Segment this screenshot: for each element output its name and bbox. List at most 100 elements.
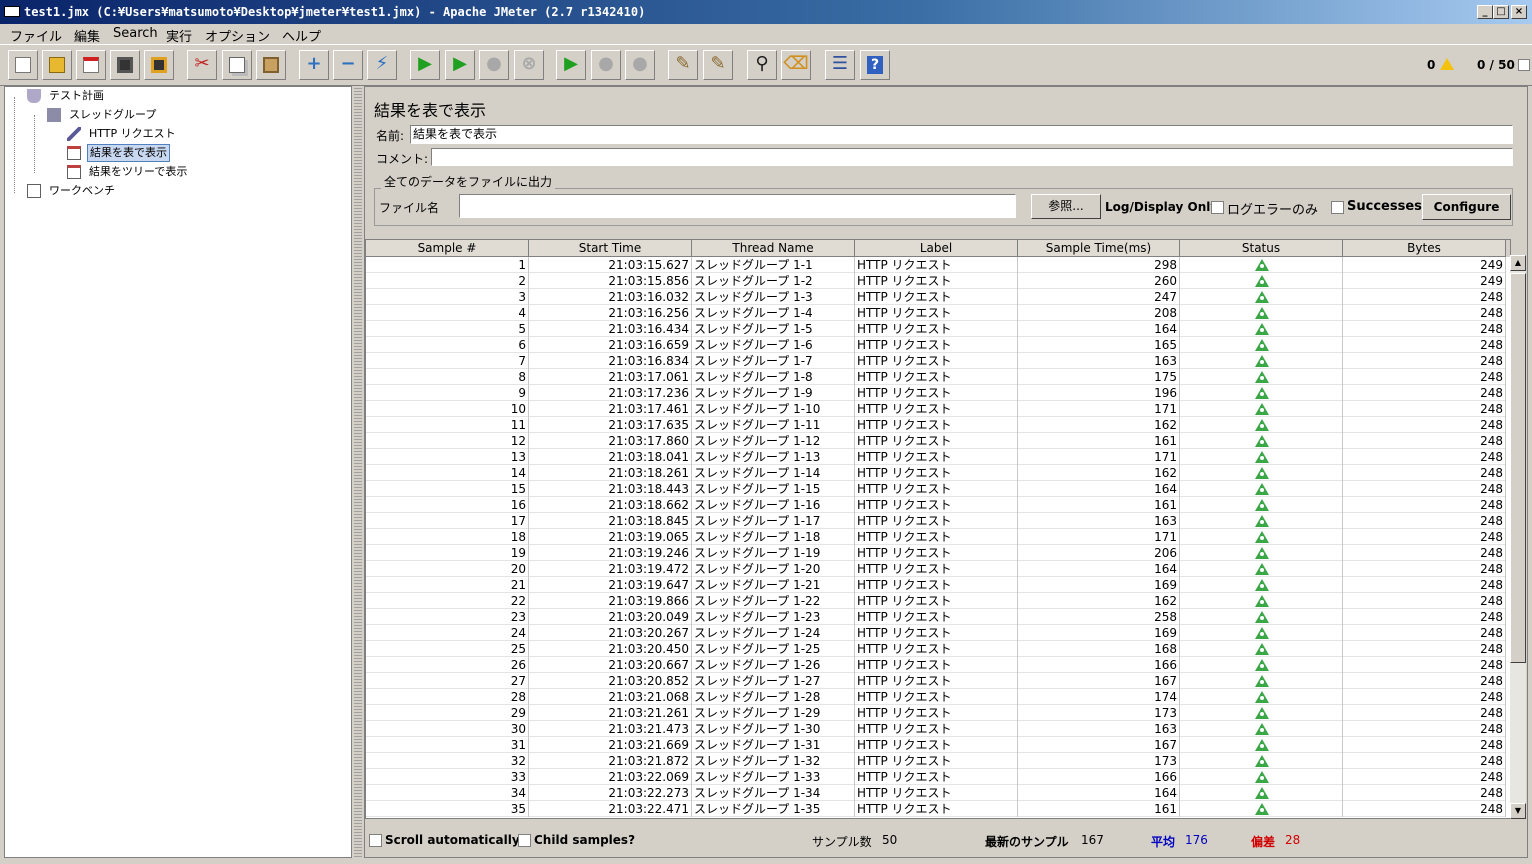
cell-status [1180,657,1343,673]
table-scrollbar[interactable]: ▲ ▼ [1510,255,1526,819]
cell-sample-time: 168 [1018,641,1180,657]
scroll-up-arrow[interactable]: ▲ [1510,255,1526,271]
remote-shutdown-button[interactable]: ● [625,50,655,80]
success-icon [1255,339,1269,351]
scroll-automatically-checkbox[interactable] [369,834,382,847]
start-button[interactable]: ▶ [410,50,440,80]
search-button[interactable]: ⚲ [747,50,777,80]
table-row[interactable]: 22 21:03:19.866 スレッドグループ 1-22 HTTP リクエスト 162… [366,593,1506,609]
maximize-button[interactable]: □ [1493,5,1509,19]
shutdown-button[interactable]: ⊗ [514,50,544,80]
stop-button[interactable]: ● [479,50,509,80]
table-row[interactable]: 8 21:03:17.061 スレッドグループ 1-8 HTTP リクエスト 175 24… [366,369,1506,385]
table-row[interactable]: 4 21:03:16.256 スレッドグループ 1-4 HTTP リクエスト 208 24… [366,305,1506,321]
menu-run[interactable]: 実行 [166,26,192,45]
table-row[interactable]: 29 21:03:21.261 スレッドグループ 1-29 HTTP リクエスト 173… [366,705,1506,721]
cell-status [1180,785,1343,801]
new-button[interactable] [8,50,38,80]
table-row[interactable]: 21 21:03:19.647 スレッドグループ 1-21 HTTP リクエスト 169… [366,577,1506,593]
warning-icon[interactable] [1440,58,1454,70]
table-row[interactable]: 10 21:03:17.461 スレッドグループ 1-10 HTTP リクエスト 171… [366,401,1506,417]
cell-status [1180,577,1343,593]
close-file-button[interactable] [76,50,106,80]
start-no-pause-button[interactable]: ▶ [445,50,475,80]
table-row[interactable]: 16 21:03:18.662 スレッドグループ 1-16 HTTP リクエスト 161… [366,497,1506,513]
table-row[interactable]: 17 21:03:18.845 スレッドグループ 1-17 HTTP リクエスト 163… [366,513,1506,529]
table-row[interactable]: 14 21:03:18.261 スレッドグループ 1-14 HTTP リクエスト 162… [366,465,1506,481]
function-helper-button[interactable]: ☰ [825,50,855,80]
open-icon [49,57,65,73]
menu-help[interactable]: ヘルプ [282,26,321,45]
help-button[interactable]: ? [860,50,890,80]
split-pane-divider[interactable] [354,86,362,858]
table-row[interactable]: 24 21:03:20.267 スレッドグループ 1-24 HTTP リクエスト 169… [366,625,1506,641]
table-row[interactable]: 23 21:03:20.049 スレッドグループ 1-23 HTTP リクエスト 258… [366,609,1506,625]
toggle-button[interactable]: ⚡ [367,50,397,80]
table-row[interactable]: 31 21:03:21.669 スレッドグループ 1-31 HTTP リクエスト 167… [366,737,1506,753]
table-row[interactable]: 13 21:03:18.041 スレッドグループ 1-13 HTTP リクエスト 171… [366,449,1506,465]
column-header-label[interactable]: Label [855,240,1018,257]
table-row[interactable]: 9 21:03:17.236 スレッドグループ 1-9 HTTP リクエスト 196 24… [366,385,1506,401]
column-header-start-time[interactable]: Start Time [529,240,692,257]
table-row[interactable]: 20 21:03:19.472 スレッドグループ 1-20 HTTP リクエスト 164… [366,561,1506,577]
table-row[interactable]: 26 21:03:20.667 スレッドグループ 1-26 HTTP リクエスト 166… [366,657,1506,673]
table-row[interactable]: 12 21:03:17.860 スレッドグループ 1-12 HTTP リクエスト 161… [366,433,1506,449]
name-field[interactable]: 結果を表で表示 [410,125,1513,144]
remote-stop-button[interactable]: ● [591,50,621,80]
cell-sample-time: 298 [1018,257,1180,273]
collapse-button[interactable]: − [333,50,363,80]
table-row[interactable]: 32 21:03:21.872 スレッドグループ 1-32 HTTP リクエスト 173… [366,753,1506,769]
expand-button[interactable]: + [299,50,329,80]
paste-button[interactable] [256,50,286,80]
cell-thread-name: スレッドグループ 1-14 [692,465,855,481]
minimize-button[interactable]: _ [1477,5,1493,19]
column-header-bytes[interactable]: Bytes [1343,240,1506,257]
column-header-thread-name[interactable]: Thread Name [692,240,855,257]
filename-input[interactable] [459,194,1016,218]
configure-button[interactable]: Configure [1422,194,1511,220]
success-icon [1255,643,1269,655]
table-row[interactable]: 3 21:03:16.032 スレッドグループ 1-3 HTTP リクエスト 247 24… [366,289,1506,305]
table-row[interactable]: 34 21:03:22.273 スレッドグループ 1-34 HTTP リクエスト 164… [366,785,1506,801]
column-header-sample[interactable]: Sample # [366,240,529,257]
table-row[interactable]: 15 21:03:18.443 スレッドグループ 1-15 HTTP リクエスト 164… [366,481,1506,497]
table-row[interactable]: 1 21:03:15.627 スレッドグループ 1-1 HTTP リクエスト 298 24… [366,257,1506,273]
table-row[interactable]: 35 21:03:22.471 スレッドグループ 1-35 HTTP リクエスト 161… [366,801,1506,817]
open-button[interactable] [42,50,72,80]
clear-button[interactable]: ✎ [668,50,698,80]
copy-button[interactable] [222,50,252,80]
table-row[interactable]: 11 21:03:17.635 スレッドグループ 1-11 HTTP リクエスト 162… [366,417,1506,433]
browse-button[interactable]: 参照... [1031,194,1101,219]
save-as-button[interactable] [144,50,174,80]
reset-search-button[interactable]: ⌫ [781,50,811,80]
cell-label: HTTP リクエスト [855,369,1018,385]
column-header-sample-time[interactable]: Sample Time(ms) [1018,240,1180,257]
close-button[interactable]: × [1511,5,1527,19]
comment-field[interactable] [431,148,1513,166]
table-row[interactable]: 28 21:03:21.068 スレッドグループ 1-28 HTTP リクエスト 174… [366,689,1506,705]
child-samples-checkbox[interactable] [518,834,531,847]
clear-all-button[interactable]: ✎ [703,50,733,80]
cut-button[interactable]: ✂ [187,50,217,80]
table-row[interactable]: 19 21:03:19.246 スレッドグループ 1-19 HTTP リクエスト 206… [366,545,1506,561]
scroll-thumb[interactable] [1510,273,1526,663]
menu-file[interactable]: ファイル [10,26,62,45]
table-row[interactable]: 33 21:03:22.069 スレッドグループ 1-33 HTTP リクエスト 166… [366,769,1506,785]
menu-search[interactable]: Search [113,26,158,41]
successes-checkbox[interactable] [1331,201,1344,214]
table-row[interactable]: 2 21:03:15.856 スレッドグループ 1-2 HTTP リクエスト 260 24… [366,273,1506,289]
table-row[interactable]: 6 21:03:16.659 スレッドグループ 1-6 HTTP リクエスト 165 24… [366,337,1506,353]
menu-edit[interactable]: 編集 [74,26,100,45]
scroll-down-arrow[interactable]: ▼ [1510,803,1526,819]
remote-start-button[interactable]: ▶ [556,50,586,80]
table-row[interactable]: 5 21:03:16.434 スレッドグループ 1-5 HTTP リクエスト 164 24… [366,321,1506,337]
table-row[interactable]: 18 21:03:19.065 スレッドグループ 1-18 HTTP リクエスト 171… [366,529,1506,545]
table-row[interactable]: 30 21:03:21.473 スレッドグループ 1-30 HTTP リクエスト 163… [366,721,1506,737]
save-button[interactable] [110,50,140,80]
table-row[interactable]: 27 21:03:20.852 スレッドグループ 1-27 HTTP リクエスト 167… [366,673,1506,689]
errors-only-checkbox[interactable] [1211,201,1224,214]
menu-options[interactable]: オプション [205,26,270,45]
table-row[interactable]: 7 21:03:16.834 スレッドグループ 1-7 HTTP リクエスト 163 24… [366,353,1506,369]
table-row[interactable]: 25 21:03:20.450 スレッドグループ 1-25 HTTP リクエスト 168… [366,641,1506,657]
column-header-status[interactable]: Status [1180,240,1343,257]
